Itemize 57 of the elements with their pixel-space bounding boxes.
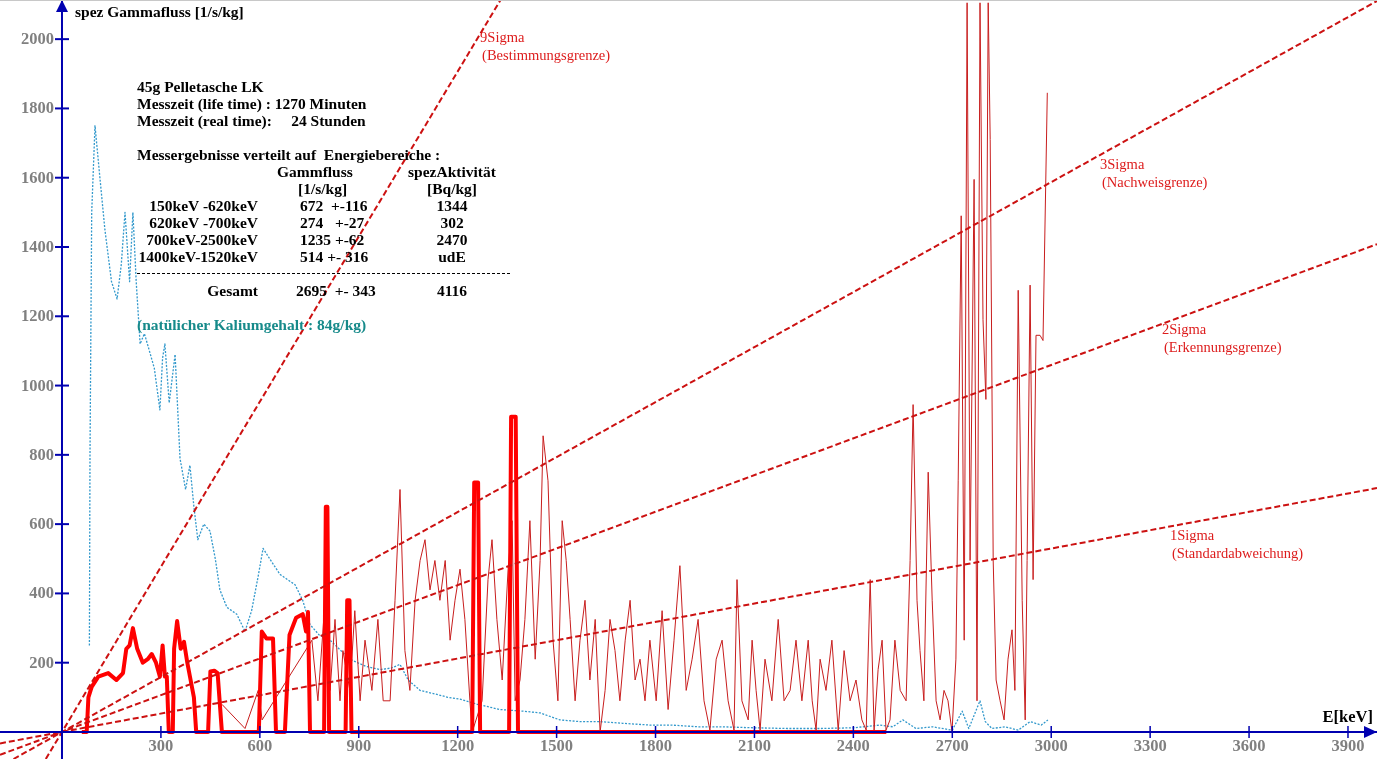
- tick-label: 2400: [836, 736, 870, 755]
- range-label: 1400keV-1520keV: [138, 248, 259, 265]
- tick-label: 1200: [21, 306, 54, 326]
- axis-title: spez Gammafluss [1/s/kg]: [75, 3, 244, 20]
- axis-title: E[keV]: [1322, 707, 1373, 726]
- tick-label: 3300: [1133, 736, 1167, 755]
- line-label: 3Sigma: [1100, 156, 1145, 173]
- column-header: spezAktivität: [408, 163, 496, 180]
- line-label: (Standardabweichung): [1171, 545, 1304, 562]
- tick-label: 1000: [21, 375, 54, 395]
- tick-label: 300: [148, 736, 174, 755]
- table-cell: 514 +- 316: [300, 248, 369, 265]
- line-label: 1Sigma: [1169, 527, 1215, 544]
- tick-label: 1200: [441, 736, 475, 755]
- tick-label: 2000: [21, 29, 54, 49]
- table-cell: udE: [438, 248, 466, 265]
- tick-label: 200: [29, 652, 54, 672]
- tick-label: 2100: [737, 736, 771, 755]
- tick-label: 3000: [1034, 736, 1068, 755]
- unit-label: [Bq/kg]: [427, 180, 477, 197]
- column-header: Gammfluss: [277, 163, 353, 180]
- results-heading: Messergebnisse verteilt auf Energiebereiche :: [137, 146, 441, 163]
- tick-label: 1800: [21, 98, 54, 118]
- table-cell: 1235 +-62: [300, 231, 365, 248]
- line-label: (Bestimmungsgrenze): [482, 46, 611, 63]
- measurement-time: Messzeit (life time) : 1270 Minuten: [137, 95, 367, 112]
- table-cell: 274 +-27: [300, 214, 365, 231]
- total-value: 2695 +- 343: [296, 282, 376, 299]
- tick-label: 1600: [21, 167, 54, 187]
- tick-label: 600: [247, 736, 273, 755]
- range-label: 620keV -700keV: [149, 214, 259, 231]
- range-label: 150keV -620keV: [149, 197, 259, 214]
- total-value: 4116: [436, 282, 468, 299]
- table-cell: 302: [440, 214, 464, 231]
- line-label: 2Sigma: [1162, 320, 1207, 337]
- table-cell: 672 +-116: [300, 197, 368, 214]
- table-cell: 2470: [436, 231, 468, 248]
- tick-label: 1400: [21, 237, 54, 256]
- tick-label: 400: [29, 583, 54, 603]
- tick-label: 2700: [935, 736, 969, 755]
- tick-label: 600: [29, 514, 54, 534]
- tick-label: 3900: [1331, 736, 1365, 755]
- range-label: 700keV-2500keV: [146, 231, 259, 248]
- sample-title: 45g Pelletasche LK: [137, 78, 264, 95]
- table-cell: 1344: [436, 197, 468, 214]
- tick-label: 1500: [540, 736, 574, 755]
- tick-label: 3600: [1232, 736, 1266, 755]
- line-label: 9Sigma: [480, 28, 525, 45]
- tick-label: 1800: [639, 736, 673, 755]
- unit-label: [1/s/kg]: [298, 180, 348, 197]
- line-label: (Erkennungsgrenze): [1164, 338, 1282, 355]
- tick-label: 800: [29, 444, 54, 464]
- potassium-note: (natülicher Kaliumgehalt : 84g/kg): [137, 316, 367, 333]
- total-label: Gesamt: [207, 282, 259, 299]
- tick-label: 900: [346, 736, 372, 755]
- line-label: (Nachweisgrenze): [1102, 174, 1208, 191]
- measurement-time: Messzeit (real time): 24 Stunden: [137, 112, 366, 129]
